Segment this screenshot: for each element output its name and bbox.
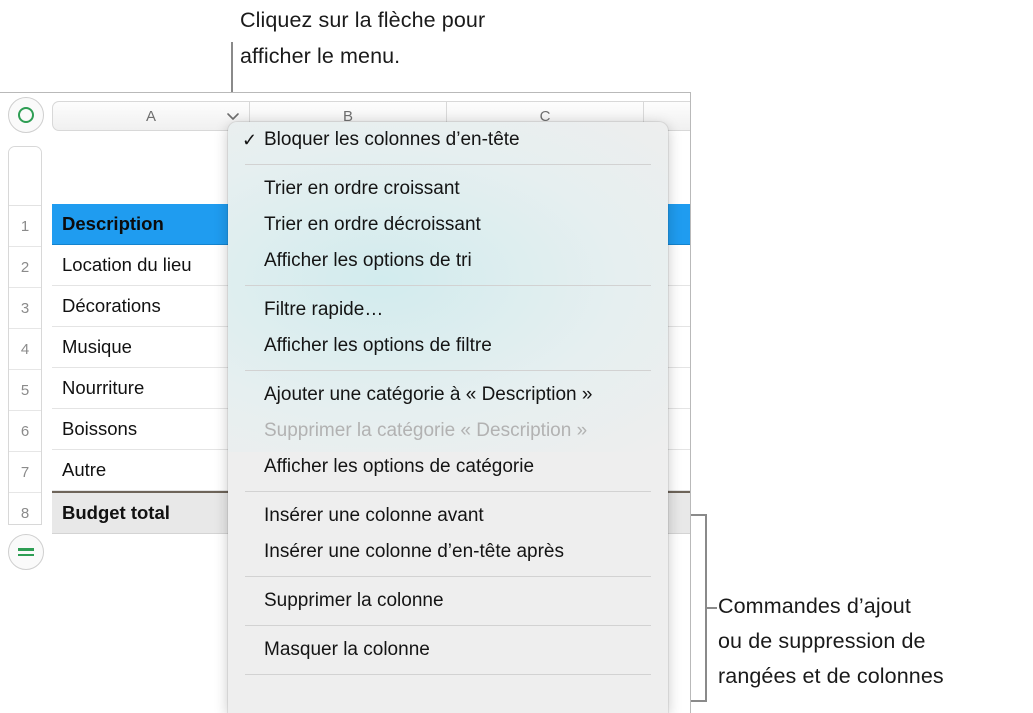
row-header-3[interactable]: 3: [9, 288, 41, 329]
menu-item-label: Insérer une colonne avant: [264, 505, 484, 526]
menu-item-label: Supprimer la catégorie « Description »: [264, 420, 588, 441]
table-right-border: [690, 92, 691, 713]
add-rows-handle-button[interactable]: [8, 534, 44, 570]
menu-item-options-filtre[interactable]: Afficher les options de filtre: [228, 328, 668, 364]
menu-item-bloquer-colonnes-en-tete[interactable]: ✓ Bloquer les colonnes d’en-tête: [228, 122, 668, 158]
cell-a8[interactable]: Budget total: [52, 493, 249, 533]
cell-a6[interactable]: Boissons: [52, 409, 249, 449]
menu-item-label: Afficher les options de filtre: [264, 335, 492, 356]
menu-separator: [245, 625, 651, 626]
row-header-1[interactable]: 1: [9, 206, 41, 247]
menu-item-label: Supprimer la colonne: [264, 590, 444, 611]
menu-separator: [245, 491, 651, 492]
menu-item-label: Afficher les options de catégorie: [264, 456, 535, 477]
row-header-8[interactable]: 8: [9, 493, 41, 524]
cell-a3[interactable]: Décorations: [52, 286, 249, 326]
menu-separator: [245, 674, 651, 675]
menu-item-masquer-colonne[interactable]: Masquer la colonne: [228, 632, 668, 668]
menu-separator: [245, 370, 651, 371]
callout-top-text: Cliquez sur la flèche pour afficher le m…: [240, 8, 486, 68]
menu-item-filtre-rapide[interactable]: Filtre rapide…: [228, 292, 668, 328]
row-header-spacer: [9, 147, 41, 206]
menu-item-label: Masquer la colonne: [264, 639, 430, 660]
menu-separator: [245, 576, 651, 577]
menu-item-options-categorie[interactable]: Afficher les options de catégorie: [228, 449, 668, 485]
menu-item-trier-decroissant[interactable]: Trier en ordre décroissant: [228, 207, 668, 243]
menu-item-ajouter-categorie[interactable]: Ajouter une catégorie à « Description »: [228, 377, 668, 413]
menu-separator: [245, 285, 651, 286]
menu-item-label: Bloquer les colonnes d’en-tête: [264, 129, 520, 150]
green-rows-icon: [18, 553, 34, 557]
menu-item-label: Trier en ordre décroissant: [264, 214, 481, 235]
row-header-column: 1 2 3 4 5 6 7 8: [8, 146, 42, 525]
menu-item-inserer-colonne-en-tete-apres[interactable]: Insérer une colonne d’en-tête après: [228, 534, 668, 570]
menu-item-label: Trier en ordre croissant: [264, 178, 460, 199]
cell-a4[interactable]: Musique: [52, 327, 249, 367]
menu-separator: [245, 164, 651, 165]
callout-right-text: Commandes d’ajout ou de suppression de r…: [718, 594, 944, 688]
menu-item-trier-croissant[interactable]: Trier en ordre croissant: [228, 171, 668, 207]
column-header-a-label: A: [145, 107, 156, 125]
column-context-menu: ✓ Bloquer les colonnes d’en-tête Trier e…: [228, 122, 668, 713]
row-header-4[interactable]: 4: [9, 329, 41, 370]
checkmark-icon: ✓: [242, 130, 258, 150]
green-rows-icon: [18, 547, 34, 551]
cell-a1[interactable]: Description: [52, 204, 249, 244]
menu-item-supprimer-categorie: Supprimer la catégorie « Description »: [228, 413, 668, 449]
screenshot-root: Cliquez sur la flèche pour afficher le m…: [0, 0, 1033, 713]
column-header-a[interactable]: A: [52, 101, 249, 131]
menu-item-supprimer-colonne[interactable]: Supprimer la colonne: [228, 583, 668, 619]
table-corner-button[interactable]: [8, 97, 44, 133]
cell-a7[interactable]: Autre: [52, 450, 249, 490]
menu-items-container: ✓ Bloquer les colonnes d’en-tête Trier e…: [228, 122, 668, 675]
menu-item-label: Insérer une colonne d’en-tête après: [264, 541, 564, 562]
cell-a5[interactable]: Nourriture: [52, 368, 249, 408]
menu-item-inserer-colonne-avant[interactable]: Insérer une colonne avant: [228, 498, 668, 534]
row-header-2[interactable]: 2: [9, 247, 41, 288]
green-circle-icon: [18, 107, 34, 123]
row-header-7[interactable]: 7: [9, 452, 41, 493]
menu-item-options-tri[interactable]: Afficher les options de tri: [228, 243, 668, 279]
row-header-5[interactable]: 5: [9, 370, 41, 411]
menu-item-label: Ajouter une catégorie à « Description »: [264, 384, 593, 405]
callout-right-bracket-tick: [705, 607, 717, 609]
menu-item-label: Filtre rapide…: [264, 299, 384, 320]
cell-a2[interactable]: Location du lieu: [52, 245, 249, 285]
row-header-6[interactable]: 6: [9, 411, 41, 452]
menu-item-label: Afficher les options de tri: [264, 250, 472, 271]
